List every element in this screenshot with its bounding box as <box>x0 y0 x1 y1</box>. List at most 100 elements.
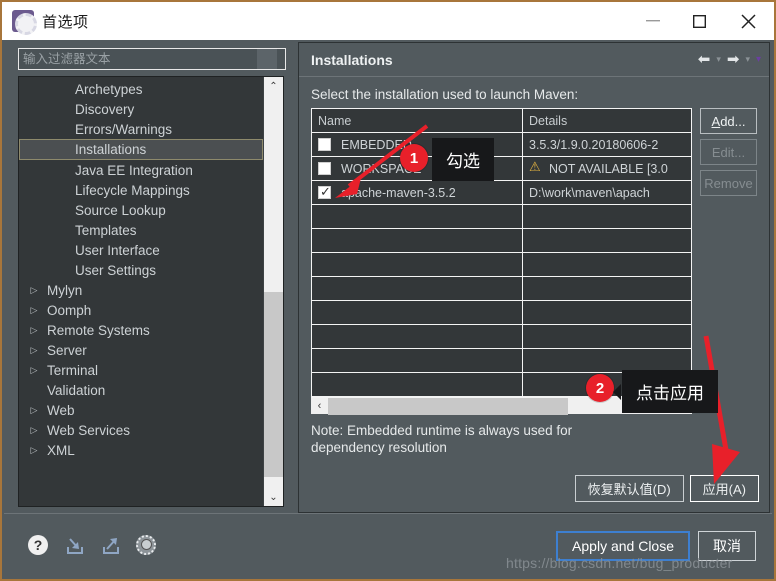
cell-name <box>312 325 523 348</box>
view-menu-chevron-down-icon[interactable]: ▾ <box>756 54 761 65</box>
table-row-empty[interactable] <box>312 324 691 348</box>
sidebar-item-label: Terminal <box>47 362 99 378</box>
table-row[interactable]: apache-maven-3.5.2 D:\work\maven\apach <box>312 180 691 204</box>
table-row-empty[interactable] <box>312 276 691 300</box>
sidebar-item-archetypes[interactable]: Archetypes <box>19 79 263 99</box>
sidebar-item-validation[interactable]: Validation <box>19 380 263 400</box>
sidebar-item-oomph[interactable]: ▷ Oomph <box>19 300 263 320</box>
chevron-right-icon[interactable]: ▷ <box>27 305 41 316</box>
chevron-right-icon[interactable]: ▷ <box>27 425 41 436</box>
restore-defaults-button[interactable]: 恢复默认值(D) <box>574 475 684 502</box>
sidebar-item-source-lookup[interactable]: Source Lookup <box>19 200 263 220</box>
sidebar-item-terminal[interactable]: ▷ Terminal <box>19 360 263 380</box>
table-row[interactable]: WORKSPACE NOT AVAILABLE [3.0 <box>312 156 691 180</box>
installation-name: WORKSPACE <box>341 161 422 176</box>
sidebar-item-user-settings[interactable]: User Settings <box>19 260 263 280</box>
maximize-button[interactable] <box>676 2 722 40</box>
search-input[interactable] <box>19 49 257 69</box>
warning-icon <box>529 159 542 175</box>
chevron-right-icon[interactable]: ▷ <box>27 445 41 456</box>
hscrollbar-thumb[interactable] <box>328 397 568 415</box>
table-row-empty[interactable] <box>312 348 691 372</box>
column-header-name[interactable]: Name <box>312 109 523 132</box>
chevron-right-icon[interactable]: ▷ <box>27 365 41 376</box>
table-row-empty[interactable] <box>312 372 691 396</box>
table-row-empty[interactable] <box>312 252 691 276</box>
cell-name <box>312 301 523 324</box>
sidebar-item-java-ee-integration[interactable]: Java EE Integration <box>19 160 263 180</box>
edit-button: Edit... <box>700 139 757 165</box>
help-icon[interactable]: ? <box>28 534 50 557</box>
row-checkbox[interactable] <box>318 184 331 200</box>
scroll-right-icon[interactable]: › <box>675 400 692 412</box>
note-text: Note: Embedded runtime is always used fo… <box>311 423 573 455</box>
sidebar-item-label: Server <box>47 342 87 358</box>
sidebar-item-xml[interactable]: ▷ XML <box>19 440 263 460</box>
cell-name <box>312 277 523 300</box>
table-row[interactable]: EMBEDDED 3.5.3/1.9.0.20180606-2 <box>312 132 691 156</box>
scroll-down-icon[interactable]: ⌄ <box>264 488 283 506</box>
sidebar-item-label: Mylyn <box>47 282 83 298</box>
preferences-gear-icon <box>12 10 37 35</box>
sidebar-item-label: XML <box>47 442 75 458</box>
close-button[interactable] <box>722 2 774 40</box>
table-row-empty[interactable] <box>312 204 691 228</box>
back-history-chevron-down-icon[interactable]: ▾ <box>716 55 721 64</box>
sidebar-item-server[interactable]: ▷ Server <box>19 340 263 360</box>
scroll-up-icon[interactable]: ⌃ <box>264 77 283 95</box>
import-icon[interactable] <box>64 535 86 557</box>
sidebar-item-discovery[interactable]: Discovery <box>19 99 263 119</box>
sidebar-item-installations[interactable]: Installations <box>19 139 263 160</box>
table-row-empty[interactable] <box>312 300 691 324</box>
cell-details <box>523 325 691 348</box>
settings-icon[interactable] <box>136 534 158 557</box>
scroll-left-icon[interactable]: ‹ <box>311 400 328 412</box>
cell-name: apache-maven-3.5.2 <box>312 181 523 204</box>
tree-vertical-scrollbar[interactable]: ⌃ ⌄ <box>263 77 283 506</box>
sidebar-item-label: Remote Systems <box>47 322 150 338</box>
sidebar-item-remote-systems[interactable]: ▷ Remote Systems <box>19 320 263 340</box>
forward-arrow-icon[interactable]: ➡ <box>727 52 740 67</box>
sidebar-item-web-services[interactable]: ▷ Web Services <box>19 420 263 440</box>
cell-name <box>312 253 523 276</box>
cell-name <box>312 205 523 228</box>
row-checkbox[interactable] <box>318 162 331 175</box>
export-icon[interactable] <box>100 535 122 557</box>
sidebar-item-label: User Interface <box>75 242 160 258</box>
sidebar-item-errors-warnings[interactable]: Errors/Warnings <box>19 119 263 139</box>
minimize-button[interactable] <box>630 2 676 40</box>
sidebar-item-user-interface[interactable]: User Interface <box>19 240 263 260</box>
forward-history-chevron-down-icon[interactable]: ▾ <box>745 55 750 64</box>
table-horizontal-scrollbar[interactable]: ‹ › <box>311 397 692 415</box>
sidebar-item-label: Discovery <box>75 101 135 117</box>
page-title: Installations <box>311 51 393 68</box>
title-bar: 首选项 <box>2 2 774 40</box>
sidebar-item-lifecycle-mappings[interactable]: Lifecycle Mappings <box>19 180 263 200</box>
chevron-right-icon[interactable]: ▷ <box>27 345 41 356</box>
panel-body: Select the installation used to launch M… <box>299 77 769 457</box>
chevron-right-icon[interactable]: ▷ <box>27 285 41 296</box>
hscrollbar-track[interactable] <box>328 397 675 415</box>
sidebar-item-mylyn[interactable]: ▷ Mylyn <box>19 280 263 300</box>
sidebar-item-web[interactable]: ▷ Web <box>19 400 263 420</box>
sidebar-item-templates[interactable]: Templates <box>19 220 263 240</box>
table-row-empty[interactable] <box>312 228 691 252</box>
cell-name <box>312 229 523 252</box>
cell-details <box>523 373 691 396</box>
filter-field-wrapper[interactable] <box>18 48 286 70</box>
apply-button[interactable]: 应用(A) <box>689 475 759 502</box>
back-arrow-icon[interactable]: ⬅ <box>698 52 711 67</box>
window-title: 首选项 <box>42 13 89 31</box>
row-checkbox[interactable] <box>318 138 331 151</box>
add-button[interactable]: Add... <box>700 108 757 134</box>
chevron-right-icon[interactable]: ▷ <box>27 325 41 336</box>
installation-details: D:\work\maven\apach <box>529 185 650 200</box>
column-header-details[interactable]: Details <box>523 109 691 132</box>
installation-name: apache-maven-3.5.2 <box>341 185 456 200</box>
chevron-right-icon[interactable]: ▷ <box>27 405 41 416</box>
scrollbar-thumb[interactable] <box>264 292 283 477</box>
cell-name: WORKSPACE <box>312 157 523 180</box>
cell-details <box>523 253 691 276</box>
sidebar: Archetypes Discovery Errors/Warnings Instal… <box>4 40 292 513</box>
clear-filter-icon[interactable] <box>257 49 277 69</box>
